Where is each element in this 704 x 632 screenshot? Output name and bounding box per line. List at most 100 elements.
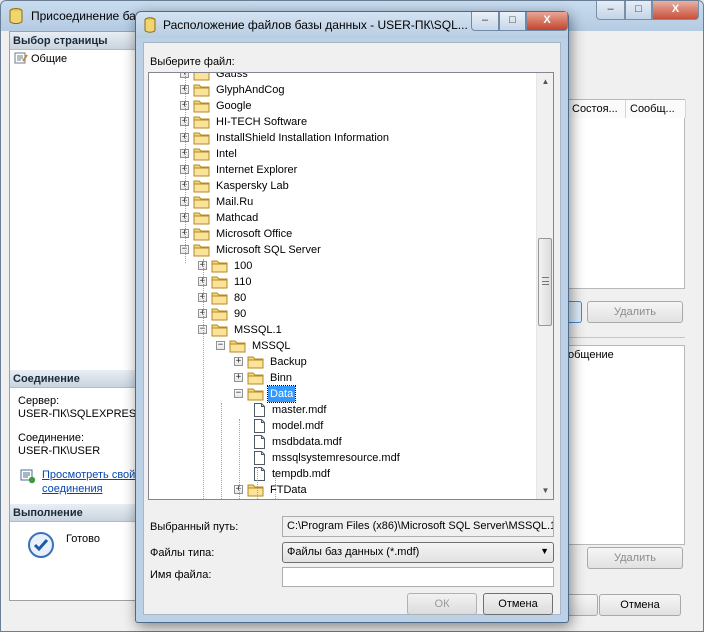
selected-path-field[interactable]: C:\Program Files (x86)\Microsoft SQL Ser… bbox=[282, 516, 554, 537]
tree-item-label: GlyphAndCog bbox=[216, 84, 285, 96]
connection-label: Соединение: bbox=[18, 432, 85, 444]
tree-connector bbox=[221, 403, 222, 499]
properties-page-icon bbox=[14, 52, 28, 64]
folder-icon bbox=[193, 73, 210, 81]
tree-connector bbox=[275, 475, 276, 499]
tree-item-label: master.mdf bbox=[272, 404, 327, 416]
tree-item-label: msdbdata.mdf bbox=[272, 436, 342, 448]
details-grid: общение bbox=[561, 345, 685, 545]
collapse-icon[interactable]: − bbox=[234, 389, 243, 398]
separator bbox=[561, 337, 685, 338]
dialog-body: Выберите файл: + Gauss + GlyphAndCog + Google… bbox=[143, 42, 561, 615]
file-icon bbox=[254, 451, 265, 465]
file-icon bbox=[254, 435, 265, 449]
minimize-button[interactable]: – bbox=[596, 1, 625, 20]
tree-connector bbox=[185, 73, 186, 263]
tree-item-label: Microsoft SQL Server bbox=[216, 244, 321, 256]
tree-item-label: Microsoft Office bbox=[216, 228, 293, 240]
file-tree[interactable]: + Gauss + GlyphAndCog + Google + HI-TECH Softwa… bbox=[148, 72, 554, 500]
file-icon bbox=[254, 403, 265, 417]
dialog-minimize-button[interactable]: – bbox=[471, 12, 499, 31]
dialog-maximize-button[interactable]: □ bbox=[499, 12, 526, 31]
expand-icon[interactable]: + bbox=[234, 373, 243, 382]
maximize-button[interactable]: □ bbox=[625, 1, 652, 20]
folder-icon bbox=[211, 259, 228, 273]
view-connection-properties-link[interactable]: Просмотреть свой соединения bbox=[42, 468, 135, 496]
tree-item-label: Google bbox=[216, 100, 252, 112]
file-name-label: Имя файла: bbox=[150, 569, 212, 581]
collapse-icon[interactable]: − bbox=[216, 341, 225, 350]
ok-button[interactable]: ОК bbox=[407, 593, 477, 615]
folder-icon bbox=[193, 115, 210, 129]
file-icon bbox=[254, 467, 265, 481]
dropdown-arrow-icon: ▼ bbox=[540, 546, 549, 556]
tree-connector bbox=[203, 259, 204, 499]
column-message[interactable]: Сообщ... bbox=[626, 100, 686, 118]
folder-icon bbox=[211, 275, 228, 289]
dialog-close-button[interactable]: X bbox=[526, 12, 568, 31]
remove-database-button[interactable]: Удалить bbox=[587, 301, 683, 323]
dialog-titlebar: Расположение файлов базы данных - USER-П… bbox=[136, 12, 568, 38]
folder-icon bbox=[247, 387, 264, 401]
cancel-button[interactable]: Отмена bbox=[483, 593, 553, 615]
tree-connector bbox=[257, 467, 258, 499]
connection-header: Соединение bbox=[10, 370, 139, 388]
tree-item-label: Gauss bbox=[216, 73, 248, 80]
folder-icon bbox=[193, 163, 210, 177]
scroll-grip-icon bbox=[542, 277, 549, 285]
databases-grid: Состоя... Сообщ... bbox=[561, 99, 686, 289]
folder-icon bbox=[193, 179, 210, 193]
page-general-label: Общие bbox=[31, 53, 68, 65]
link-line-1: Просмотреть свой bbox=[42, 469, 136, 481]
database-icon bbox=[144, 17, 156, 33]
scroll-up-button[interactable]: ▲ bbox=[537, 73, 553, 90]
choose-file-label: Выберите файл: bbox=[150, 56, 235, 68]
tree-item-label: Data bbox=[266, 385, 297, 403]
file-type-label: Файлы типа: bbox=[150, 547, 215, 559]
folder-icon bbox=[211, 291, 228, 305]
expand-icon[interactable]: + bbox=[234, 357, 243, 366]
folder-icon bbox=[193, 195, 210, 209]
file-name-input[interactable] bbox=[282, 567, 554, 587]
ok-button-edge[interactable] bbox=[568, 594, 598, 616]
execution-header: Выполнение bbox=[10, 504, 139, 522]
folder-icon bbox=[229, 339, 246, 353]
tree-item-label: mssqlsystemresource.mdf bbox=[272, 452, 400, 464]
tree-item-label: MSSQL.1 bbox=[234, 324, 282, 336]
select-page-header: Выбор страницы bbox=[10, 32, 139, 50]
file-type-value: Файлы баз данных (*.mdf) bbox=[287, 546, 420, 558]
tree-item-label: 90 bbox=[234, 308, 247, 320]
tree-item-label: model.mdf bbox=[272, 420, 324, 432]
cancel-button-background[interactable]: Отмена bbox=[599, 594, 681, 616]
close-button[interactable]: X bbox=[652, 1, 699, 20]
attach-database-title: Присоединение базы bbox=[31, 9, 150, 23]
add-button-edge[interactable] bbox=[568, 301, 582, 323]
scroll-down-button[interactable]: ▼ bbox=[537, 482, 553, 499]
tree-item-label: Mail.Ru bbox=[216, 196, 254, 208]
tree-item-label: 110 bbox=[234, 276, 252, 288]
page-general[interactable]: Общие bbox=[14, 52, 67, 65]
column-message-details[interactable]: общение bbox=[568, 346, 614, 364]
tree-scrollbar[interactable]: ▲ ▼ bbox=[536, 73, 553, 499]
tree-item-label: 80 bbox=[234, 292, 247, 304]
folder-icon bbox=[247, 483, 264, 497]
column-state[interactable]: Состоя... bbox=[568, 100, 626, 118]
scroll-thumb[interactable] bbox=[538, 238, 552, 326]
dialog-title: Расположение файлов базы данных - USER-П… bbox=[163, 18, 468, 32]
folder-icon bbox=[193, 227, 210, 241]
remove-file-button[interactable]: Удалить bbox=[587, 547, 683, 569]
file-tree-viewport: + Gauss + GlyphAndCog + Google + HI-TECH Softwa… bbox=[149, 73, 537, 499]
tree-item-label: MSSQL bbox=[252, 340, 291, 352]
connection-properties-icon bbox=[20, 469, 36, 484]
folder-icon bbox=[211, 323, 228, 337]
folder-icon bbox=[193, 211, 210, 225]
folder-icon bbox=[193, 243, 210, 257]
tree-item-label: Kaspersky Lab bbox=[216, 180, 289, 192]
folder-icon bbox=[193, 83, 210, 97]
file-type-select[interactable]: Файлы баз данных (*.mdf) ▼ bbox=[282, 542, 554, 563]
selected-path-label: Выбранный путь: bbox=[150, 521, 239, 533]
folder-icon bbox=[247, 371, 264, 385]
tree-item-label: 100 bbox=[234, 260, 253, 272]
database-icon bbox=[9, 8, 23, 24]
server-label: Сервер: bbox=[18, 395, 60, 407]
